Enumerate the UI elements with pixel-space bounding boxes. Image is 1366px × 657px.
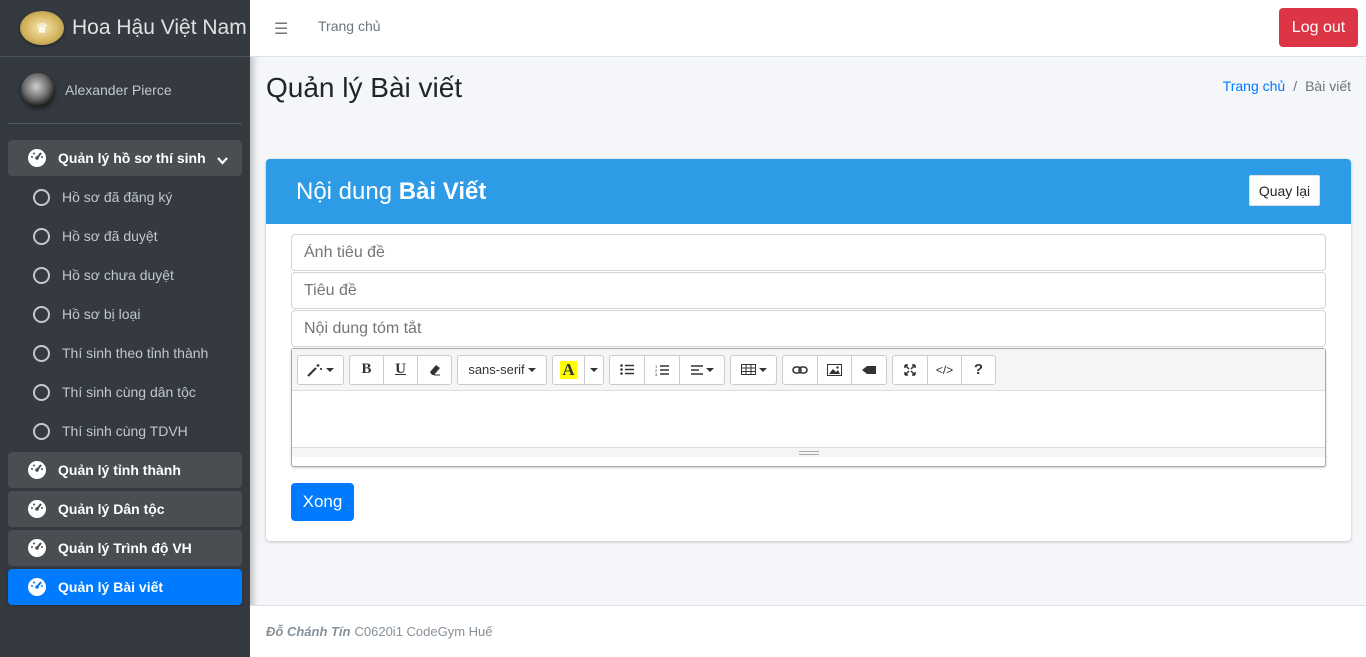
picture-icon[interactable] — [817, 354, 852, 385]
title-image-input[interactable] — [291, 234, 1326, 271]
brand-name: Hoa Hậu Việt Nam — [72, 16, 247, 39]
circle-icon — [30, 305, 52, 323]
user-name: Alexander Pierce — [65, 82, 172, 98]
breadcrumb-home-link[interactable]: Trang chủ — [1223, 78, 1286, 94]
editor-toolbar: B U sans-serif A 1 2 3 </> ? — [292, 349, 1325, 391]
top-navbar: ☰ Trang chủ Log out — [250, 0, 1366, 57]
sidebar-item-quan-ly-trinh-do-vh[interactable]: Quản lý Trình độ VH — [8, 530, 242, 566]
sidebar-item-quan-ly-tinh-thanh[interactable]: Quản lý tỉnh thành — [8, 452, 242, 488]
sidebar-item-label: Hồ sơ đã đăng ký — [62, 189, 173, 205]
sidebar-item-label: Thí sinh theo tỉnh thành — [62, 345, 209, 361]
sidebar-item-thi-sinh-cung-dan-toc[interactable]: Thí sinh cùng dân tộc — [8, 374, 242, 410]
breadcrumb: Trang chủ / Bài viết — [1223, 78, 1351, 94]
code-view-icon[interactable]: </> — [927, 354, 962, 385]
paragraph-align-icon[interactable] — [679, 354, 725, 385]
sidebar-item-label: Quản lý Dân tộc — [58, 501, 165, 517]
sidebar-item-thi-sinh-cung-tdvh[interactable]: Thí sinh cùng TDVH — [8, 413, 242, 449]
back-button[interactable]: Quay lại — [1249, 175, 1320, 206]
resize-grip-icon[interactable] — [798, 450, 819, 455]
circle-icon — [30, 227, 52, 245]
sidebar-item-label: Quản lý Bài viết — [58, 579, 164, 595]
sidebar-item-label: Thí sinh cùng TDVH — [62, 423, 188, 439]
sidebar-item-label: Hồ sơ chưa duyệt — [62, 267, 174, 283]
sidebar-item-quan-ly-ho-so[interactable]: Quản lý hồ sơ thí sinh — [8, 140, 242, 176]
sidebar-item-label: Thí sinh cùng dân tộc — [62, 384, 196, 400]
sidebar-nav: Quản lý hồ sơ thí sinh Hồ sơ đã đăng ký … — [0, 124, 250, 605]
fullscreen-icon[interactable] — [892, 354, 928, 385]
editor-resize-bar[interactable] — [292, 447, 1325, 457]
dashboard-gauge-icon — [26, 577, 48, 597]
editor-content-area[interactable] — [292, 391, 1325, 447]
footer-text: C0620i1 CodeGym Huế — [354, 624, 493, 639]
footer: Đỗ Chánh Tín C0620i1 CodeGym Huế — [250, 605, 1366, 657]
ordered-list-icon[interactable]: 123 — [644, 354, 680, 385]
brand-logo-icon: ♛ — [20, 11, 64, 45]
sidebar-item-quan-ly-bai-viet[interactable]: Quản lý Bài viết — [8, 569, 242, 605]
color-dropdown-caret-icon[interactable] — [584, 354, 604, 385]
sidebar-item-label: Hồ sơ bị loại — [62, 306, 141, 322]
sidebar-item-ho-so-bi-loai[interactable]: Hồ sơ bị loại — [8, 296, 242, 332]
sidebar: ♛ Hoa Hậu Việt Nam Alexander Pierce Quản… — [0, 0, 250, 657]
chevron-down-icon — [217, 152, 228, 168]
circle-icon — [30, 344, 52, 362]
dashboard-gauge-icon — [26, 538, 48, 558]
style-magic-wand-icon[interactable] — [297, 354, 344, 385]
post-content-card: Nội dung Bài Viết Quay lại B U sans — [266, 159, 1351, 541]
eraser-icon[interactable] — [417, 354, 452, 385]
footer-author: Đỗ Chánh Tín — [266, 624, 351, 639]
breadcrumb-separator: / — [1293, 78, 1298, 94]
breadcrumb-current: Bài viết — [1305, 78, 1351, 94]
link-icon[interactable] — [782, 354, 818, 385]
avatar — [21, 73, 55, 107]
user-panel[interactable]: Alexander Pierce — [8, 57, 242, 124]
circle-icon — [30, 188, 52, 206]
sidebar-item-label: Quản lý tỉnh thành — [58, 462, 181, 478]
submit-button[interactable]: Xong — [291, 483, 354, 521]
sidebar-item-ho-so-da-dang-ky[interactable]: Hồ sơ đã đăng ký — [8, 179, 242, 215]
logout-button[interactable]: Log out — [1279, 8, 1358, 47]
sidebar-item-ho-so-chua-duyet[interactable]: Hồ sơ chưa duyệt — [8, 257, 242, 293]
video-icon[interactable] — [851, 354, 887, 385]
sidebar-item-label: Quản lý Trình độ VH — [58, 540, 192, 556]
rich-text-editor: B U sans-serif A 1 2 3 </> ? — [291, 348, 1326, 467]
dashboard-gauge-icon — [26, 460, 48, 480]
circle-icon — [30, 383, 52, 401]
brand-link[interactable]: ♛ Hoa Hậu Việt Nam — [0, 0, 250, 57]
sidebar-item-label: Quản lý hồ sơ thí sinh — [58, 150, 206, 166]
font-family-label: sans-serif — [468, 362, 525, 377]
text-color-icon[interactable]: A — [552, 354, 585, 385]
card-title: Nội dung Bài Viết — [296, 178, 486, 206]
bold-icon[interactable]: B — [349, 354, 384, 385]
sidebar-item-label: Hồ sơ đã duyệt — [62, 228, 158, 244]
dashboard-gauge-icon — [26, 148, 48, 168]
circle-icon — [30, 266, 52, 284]
sidebar-item-ho-so-da-duyet[interactable]: Hồ sơ đã duyệt — [8, 218, 242, 254]
circle-icon — [30, 422, 52, 440]
svg-text:3: 3 — [655, 372, 658, 376]
sidebar-item-quan-ly-dan-toc[interactable]: Quản lý Dân tộc — [8, 491, 242, 527]
menu-toggle-icon[interactable]: ☰ — [274, 19, 288, 39]
unordered-list-icon[interactable] — [609, 354, 645, 385]
sidebar-item-thi-sinh-theo-tinh-thanh[interactable]: Thí sinh theo tỉnh thành — [8, 335, 242, 371]
summary-input[interactable] — [291, 310, 1326, 347]
underline-icon[interactable]: U — [383, 354, 418, 385]
title-input[interactable] — [291, 272, 1326, 309]
dashboard-gauge-icon — [26, 499, 48, 519]
card-title-bold: Bài Viết — [398, 177, 487, 205]
top-nav-home-link[interactable]: Trang chủ — [318, 18, 381, 34]
font-family-dropdown[interactable]: sans-serif — [457, 354, 547, 385]
card-header: Nội dung Bài Viết Quay lại — [266, 159, 1351, 224]
page-title: Quản lý Bài viết — [266, 72, 463, 103]
table-icon[interactable] — [730, 354, 777, 385]
help-icon[interactable]: ? — [961, 354, 996, 385]
card-title-prefix: Nội dung — [296, 177, 393, 205]
